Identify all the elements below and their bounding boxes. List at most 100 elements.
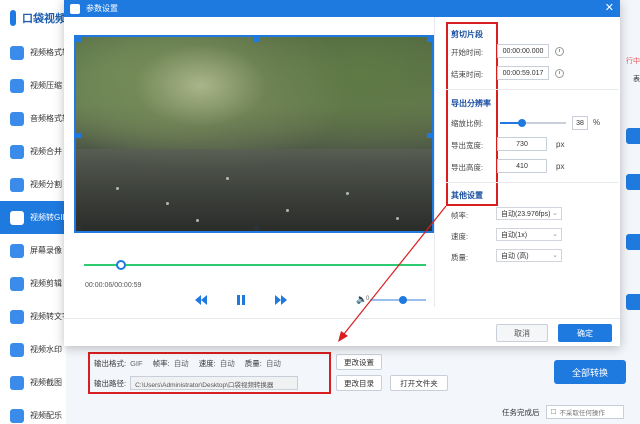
app-logo-icon [10,10,16,26]
sidebar-item-audio-convert[interactable]: 音频格式转 [0,102,66,135]
fast-forward-icon[interactable] [274,294,288,306]
side-action-button[interactable] [626,294,640,310]
right-strip: 行中 表 [622,36,640,366]
crop-handle[interactable] [76,133,81,138]
output-speed-label: 速度: [198,359,216,368]
volume-knob[interactable] [399,296,407,304]
reset-start-time-icon[interactable] [555,47,564,56]
chevron-down-icon: ⌄ [552,210,558,217]
volume-slider[interactable] [370,296,426,304]
chevron-down-icon: ⌄ [552,231,558,238]
sidebar-item-label: 视频格式转 [30,48,66,57]
output-path-label: 输出路径: [94,378,127,388]
scale-input[interactable]: 38 [572,116,588,130]
sidebar-item-label: 视频转GIF [30,213,66,222]
clip-section-title: 剪切片段 [451,30,483,39]
sidebar-item-screen-record[interactable]: 屏幕录像 [0,234,66,267]
output-fps-label: 帧率: [152,359,170,368]
change-settings-button[interactable]: 更改设置 [336,354,382,370]
crop-handle[interactable] [427,133,432,138]
fps-select[interactable]: 自动(23.976fps) ⌄ [496,207,562,220]
quality-value: 自动 (高) [501,252,529,260]
side-action-button[interactable] [626,128,640,144]
speed-select[interactable]: 自动(1x) ⌄ [496,228,562,241]
export-width-label: 导出宽度: [451,141,484,150]
convert-all-button[interactable]: 全部转换 [554,360,626,384]
volume-value: 0 [366,296,370,302]
playback-timeline[interactable] [84,260,426,270]
video-edit-icon [10,276,24,291]
change-directory-button[interactable]: 更改目录 [336,375,382,391]
side-action-button[interactable] [626,234,640,250]
rain-splash [286,209,289,212]
after-task-label: 任务完成后 [502,407,540,417]
quality-select[interactable]: 自动 (高) ⌄ [496,249,562,262]
rain-splash [166,202,169,205]
sidebar-item-video-merge[interactable]: 视频合并 [0,135,66,168]
quality-label: 质量: [451,253,469,262]
dialog-title: 参数设置 [86,4,118,13]
sidebar-item-video-to-gif[interactable]: 视频转GIF [0,201,66,234]
scale-slider-knob[interactable] [518,119,526,127]
ok-button[interactable]: 确定 [558,324,612,342]
music-icon [10,408,24,423]
video-convert-icon [10,45,24,60]
start-time-input[interactable]: 00:00:00.000 [497,44,549,58]
after-task-value: 不采取任何操作 [559,410,605,417]
sidebar-item-label: 视频压缩 [30,81,62,90]
rain-splash [196,219,199,222]
section-divider [446,89,618,90]
pause-icon[interactable] [234,294,248,306]
output-quality-label: 质量: [244,359,262,368]
output-fps-value: 自动 [173,359,189,368]
sidebar-item-video-split[interactable]: 视频分割 [0,168,66,201]
after-task-select[interactable]: ☐ 不采取任何操作 [545,405,624,419]
cancel-button[interactable]: 取消 [496,324,548,342]
speed-value: 自动(1x) [501,231,528,239]
sidebar-item-label: 音频格式转 [30,114,66,123]
video-split-icon [10,177,24,192]
end-time-input[interactable]: 00:00:59.017 [497,66,549,80]
sidebar-item-video-music[interactable]: 视频配乐 [0,399,66,424]
panel-divider [434,17,435,307]
fps-label: 帧率: [451,211,469,220]
start-time-label: 开始时间: [451,48,484,57]
video-preview[interactable] [74,35,434,233]
close-icon[interactable]: ✕ [605,2,614,14]
scale-label: 缩放比例: [451,119,484,128]
open-folder-button[interactable]: 打开文件夹 [390,375,448,391]
sidebar-item-video-screenshot[interactable]: 视频截图 [0,366,66,399]
app-header: 口袋视频 [0,0,66,36]
output-path-row: 输出路径: C:\Users\Administrator\Desktop\口袋视… [94,376,299,390]
crop-handle[interactable] [76,37,81,42]
screen-record-icon [10,243,24,258]
output-quality-value: 自动 [265,359,281,368]
sidebar-item-video-to-text[interactable]: 视频转文字 [0,300,66,333]
speed-label: 速度: [451,232,469,241]
video-to-text-icon [10,309,24,324]
sidebar-item-video-watermark[interactable]: 视频水印 [0,333,66,366]
output-path-field[interactable]: C:\Users\Administrator\Desktop\口袋视频转换器 [130,376,299,390]
rewind-icon[interactable] [194,294,208,306]
export-height-input[interactable]: 410 [497,159,547,173]
crop-handle[interactable] [254,37,259,42]
sidebar: 视频格式转 视频压缩 音频格式转 视频合并 视频分割 视频转GIF 屏幕录像 视… [0,36,66,424]
gif-icon [10,210,24,225]
section-divider [446,182,618,183]
width-unit: px [556,140,565,149]
output-speed-value: 自动 [219,359,235,368]
dialog-title-bar: 参数设置 [64,0,620,17]
timeline-knob[interactable] [116,260,126,270]
sidebar-item-video-edit[interactable]: 视频剪辑 [0,267,66,300]
reset-end-time-icon[interactable] [555,69,564,78]
watermark-icon [10,342,24,357]
crop-handle[interactable] [427,37,432,42]
sidebar-item-video-compress[interactable]: 视频压缩 [0,69,66,102]
side-action-button[interactable] [626,174,640,190]
after-task-row: 任务完成后 ☐ 不采取任何操作 [502,405,624,419]
sidebar-item-label: 视频合并 [30,147,62,156]
scale-slider[interactable] [500,119,566,127]
sidebar-item-video-convert[interactable]: 视频格式转 [0,36,66,69]
sidebar-item-label: 视频配乐 [30,411,62,420]
export-width-input[interactable]: 730 [497,137,547,151]
